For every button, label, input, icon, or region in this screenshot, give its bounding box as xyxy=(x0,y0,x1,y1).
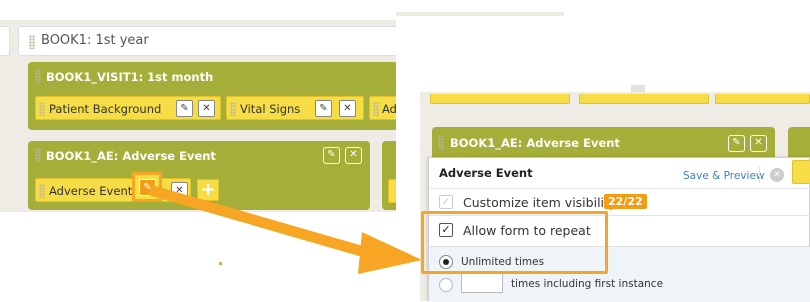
limited-label: times including first instance xyxy=(511,278,664,290)
form-chip-partial xyxy=(579,94,709,104)
divider xyxy=(759,167,760,183)
close-icon[interactable]: ✕ xyxy=(345,147,362,164)
pencil-icon[interactable]: ✎ xyxy=(176,100,193,117)
close-icon[interactable]: ✕ xyxy=(339,100,356,117)
close-circle-icon[interactable]: ✕ xyxy=(770,168,784,182)
grip-icon[interactable] xyxy=(29,35,35,49)
ae-group-title: BOOK1_AE: Adverse Event xyxy=(450,136,620,150)
radio-limited[interactable] xyxy=(439,278,453,292)
customize-checkbox[interactable]: ✓ xyxy=(439,195,453,209)
book-card: BOOK1: 1st year xyxy=(18,26,408,56)
grip-icon[interactable] xyxy=(230,102,236,116)
book-title: BOOK1: 1st year xyxy=(41,33,149,48)
grip-icon[interactable] xyxy=(438,135,444,149)
callout-arrow xyxy=(148,185,422,274)
grip-icon[interactable] xyxy=(35,69,41,83)
form-label: Adverse Event xyxy=(49,184,133,198)
repeat-count-input[interactable] xyxy=(461,273,503,293)
form-chip-partial xyxy=(430,94,570,104)
visit-group: BOOK1_VISIT1: 1st month Patient Backgrou… xyxy=(28,62,410,130)
pencil-icon[interactable]: ✎ xyxy=(728,135,745,152)
ae-group-title: BOOK1_AE: Adverse Event xyxy=(46,149,216,163)
header-strip xyxy=(396,12,564,16)
save-preview-link[interactable]: Save & Preview xyxy=(683,170,765,182)
grip-icon[interactable] xyxy=(35,148,41,162)
pencil-icon[interactable]: ✎ xyxy=(315,100,332,117)
pencil-icon[interactable]: ✎ xyxy=(323,147,340,164)
form-label: Ad xyxy=(382,102,397,116)
form-chip-partial xyxy=(792,160,810,184)
form-chip-partial xyxy=(715,94,810,104)
close-icon[interactable]: ✕ xyxy=(198,100,215,117)
repeat-highlight xyxy=(421,211,608,274)
collapsed-tab[interactable] xyxy=(0,26,10,56)
form-chip-patient-background[interactable]: Patient Background ✎ ✕ xyxy=(35,96,221,120)
close-icon[interactable]: ✕ xyxy=(750,135,767,152)
form-chip-vital-signs[interactable]: Vital Signs ✎ ✕ xyxy=(226,96,364,120)
divider xyxy=(429,188,810,189)
grip-icon[interactable] xyxy=(39,184,45,198)
form-label: Patient Background xyxy=(49,102,162,116)
visit-title: BOOK1_VISIT1: 1st month xyxy=(46,70,214,84)
form-label: Vital Signs xyxy=(240,102,301,116)
grip-icon[interactable] xyxy=(373,102,379,116)
popup-title: Adverse Event xyxy=(439,166,533,180)
visibility-count-badge: 22/22 xyxy=(604,194,647,209)
grip-icon[interactable] xyxy=(39,102,45,116)
customize-label: Customize item visibility xyxy=(463,195,617,210)
